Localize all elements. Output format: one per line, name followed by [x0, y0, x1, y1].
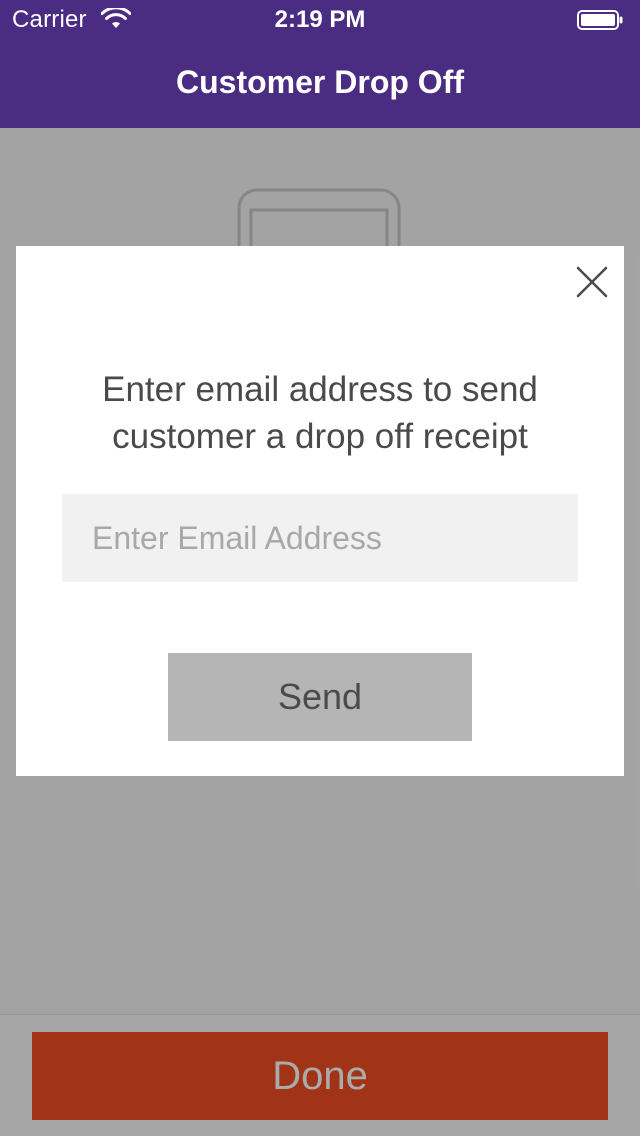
send-button[interactable]: Send — [168, 653, 472, 741]
battery-icon — [577, 10, 623, 30]
close-button[interactable] — [572, 262, 612, 302]
drop-off-screen: Carrier 2:19 PM Customer Drop Off Done E… — [0, 0, 640, 1136]
close-icon — [576, 266, 608, 298]
header: Carrier 2:19 PM Customer Drop Off — [0, 0, 640, 128]
modal-message: Enter email address to send customer a d… — [102, 370, 538, 456]
page-title: Customer Drop Off — [176, 64, 464, 100]
status-bar: Carrier 2:19 PM — [0, 0, 640, 40]
status-time: 2:19 PM — [274, 6, 366, 33]
email-receipt-modal: Enter email address to send customer a d… — [16, 246, 624, 776]
email-input[interactable] — [62, 494, 578, 582]
